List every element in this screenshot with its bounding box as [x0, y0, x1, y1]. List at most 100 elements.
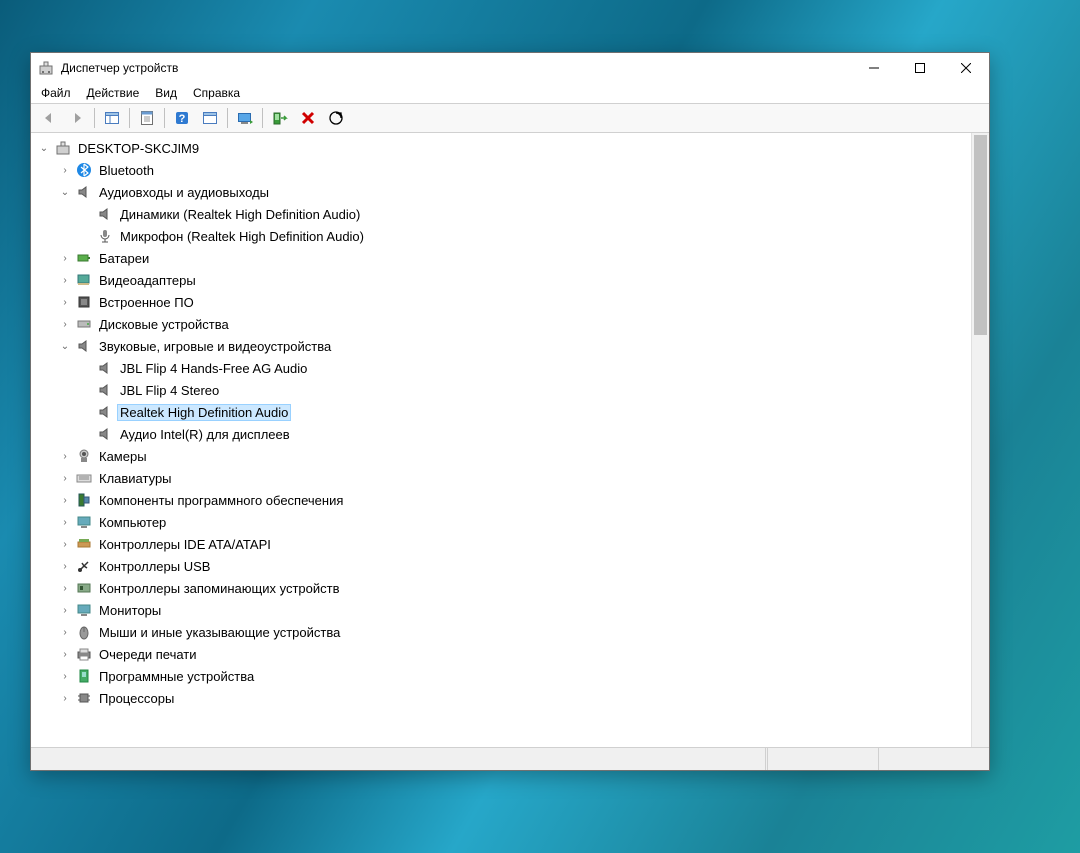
cpu-icon [75, 690, 93, 706]
computer-icon [54, 140, 72, 156]
printer-icon [75, 646, 93, 662]
usb-icon [75, 558, 93, 574]
chevron-right-icon[interactable]: › [58, 471, 72, 485]
keyboard-icon [75, 470, 93, 486]
tree-item-microphone[interactable]: Микрофон (Realtek High Definition Audio) [73, 225, 971, 247]
tree-item-processors[interactable]: ›Процессоры [52, 687, 971, 709]
tree-item-sound[interactable]: ⌄Звуковые, игровые и видеоустройства [52, 335, 971, 357]
chevron-right-icon[interactable]: › [58, 295, 72, 309]
tree-item-jbl-stereo[interactable]: JBL Flip 4 Stereo [73, 379, 971, 401]
tree-item-cameras[interactable]: ›Камеры [52, 445, 971, 467]
statusbar [31, 747, 989, 770]
tree-item-disk-drives[interactable]: ›Дисковые устройства [52, 313, 971, 335]
menu-action[interactable]: Действие [79, 84, 148, 102]
chevron-right-icon[interactable]: › [58, 537, 72, 551]
chevron-down-icon[interactable]: ⌄ [37, 141, 51, 155]
speaker-icon [96, 404, 114, 420]
speaker-icon [96, 360, 114, 376]
display-adapter-icon [75, 272, 93, 288]
chevron-right-icon[interactable]: › [58, 647, 72, 661]
device-tree[interactable]: ⌄ DESKTOP-SKCJIM9 ›Bluetooth ⌄Аудиовходы… [31, 133, 971, 747]
battery-icon [75, 250, 93, 266]
enable-device-button[interactable] [267, 105, 293, 131]
chevron-right-icon[interactable]: › [58, 251, 72, 265]
tree-item-bluetooth[interactable]: ›Bluetooth [52, 159, 971, 181]
chevron-right-icon[interactable]: › [58, 493, 72, 507]
scrollbar-thumb[interactable] [974, 135, 987, 335]
chevron-right-icon[interactable]: › [58, 449, 72, 463]
tree-item-video-adapters[interactable]: ›Видеоадаптеры [52, 269, 971, 291]
monitor-icon [75, 602, 93, 618]
chevron-down-icon[interactable]: ⌄ [58, 339, 72, 353]
chevron-down-icon[interactable]: ⌄ [58, 185, 72, 199]
window-title: Диспетчер устройств [61, 61, 851, 75]
menu-file[interactable]: Файл [33, 84, 79, 102]
tree-item-software-devices[interactable]: ›Программные устройства [52, 665, 971, 687]
chevron-right-icon[interactable]: › [58, 273, 72, 287]
tree-item-audio-io[interactable]: ⌄Аудиовходы и аудиовыходы [52, 181, 971, 203]
tree-item-usb[interactable]: ›Контроллеры USB [52, 555, 971, 577]
monitor-icon [75, 514, 93, 530]
update-driver-button[interactable] [232, 105, 258, 131]
uninstall-device-button[interactable] [295, 105, 321, 131]
scan-hardware-button[interactable] [323, 105, 349, 131]
tree-item-speakers[interactable]: Динамики (Realtek High Definition Audio) [73, 203, 971, 225]
tree-root[interactable]: ⌄ DESKTOP-SKCJIM9 [31, 137, 971, 159]
chevron-right-icon[interactable]: › [58, 317, 72, 331]
vertical-scrollbar[interactable] [971, 133, 989, 747]
tree-item-firmware[interactable]: ›Встроенное ПО [52, 291, 971, 313]
back-button[interactable] [36, 105, 62, 131]
root-label: DESKTOP-SKCJIM9 [75, 140, 202, 157]
bluetooth-icon [75, 162, 93, 178]
tree-area: ⌄ DESKTOP-SKCJIM9 ›Bluetooth ⌄Аудиовходы… [31, 133, 989, 747]
chevron-right-icon[interactable]: › [58, 163, 72, 177]
show-hide-tree-button[interactable] [99, 105, 125, 131]
tree-item-realtek[interactable]: Realtek High Definition Audio [73, 401, 971, 423]
mouse-icon [75, 624, 93, 640]
chevron-right-icon[interactable]: › [58, 581, 72, 595]
tree-item-batteries[interactable]: ›Батареи [52, 247, 971, 269]
tree-item-intel-audio[interactable]: Аудио Intel(R) для дисплеев [73, 423, 971, 445]
tree-item-jbl-ag[interactable]: JBL Flip 4 Hands-Free AG Audio [73, 357, 971, 379]
chevron-right-icon[interactable]: › [58, 603, 72, 617]
menu-view[interactable]: Вид [147, 84, 185, 102]
chevron-right-icon[interactable]: › [58, 559, 72, 573]
tree-item-software-components[interactable]: ›Компоненты программного обеспечения [52, 489, 971, 511]
titlebar[interactable]: Диспетчер устройств [31, 53, 989, 83]
forward-button[interactable] [64, 105, 90, 131]
properties-button[interactable] [134, 105, 160, 131]
ide-controller-icon [75, 536, 93, 552]
svg-text:?: ? [179, 113, 186, 125]
speaker-icon [75, 184, 93, 200]
tree-item-ide[interactable]: ›Контроллеры IDE ATA/ATAPI [52, 533, 971, 555]
chevron-right-icon[interactable]: › [58, 625, 72, 639]
chevron-right-icon[interactable]: › [58, 691, 72, 705]
disk-drive-icon [75, 316, 93, 332]
firmware-icon [75, 294, 93, 310]
maximize-button[interactable] [897, 53, 943, 83]
tree-item-keyboards[interactable]: ›Клавиатуры [52, 467, 971, 489]
action-button[interactable] [197, 105, 223, 131]
tree-item-mice[interactable]: ›Мыши и иные указывающие устройства [52, 621, 971, 643]
speaker-icon [96, 426, 114, 442]
speaker-icon [96, 206, 114, 222]
chevron-right-icon[interactable]: › [58, 669, 72, 683]
help-button[interactable]: ? [169, 105, 195, 131]
toolbar: ? [31, 103, 989, 133]
tree-item-monitors[interactable]: ›Мониторы [52, 599, 971, 621]
minimize-button[interactable] [851, 53, 897, 83]
camera-icon [75, 448, 93, 464]
device-manager-window: Диспетчер устройств Файл Действие Вид Сп… [30, 52, 990, 771]
software-device-icon [75, 668, 93, 684]
tree-item-computer[interactable]: ›Компьютер [52, 511, 971, 533]
close-button[interactable] [943, 53, 989, 83]
microphone-icon [96, 228, 114, 244]
menu-help[interactable]: Справка [185, 84, 248, 102]
speaker-icon [75, 338, 93, 354]
software-component-icon [75, 492, 93, 508]
storage-controller-icon [75, 580, 93, 596]
app-icon [38, 60, 54, 76]
chevron-right-icon[interactable]: › [58, 515, 72, 529]
tree-item-storage-controllers[interactable]: ›Контроллеры запоминающих устройств [52, 577, 971, 599]
tree-item-print-queues[interactable]: ›Очереди печати [52, 643, 971, 665]
